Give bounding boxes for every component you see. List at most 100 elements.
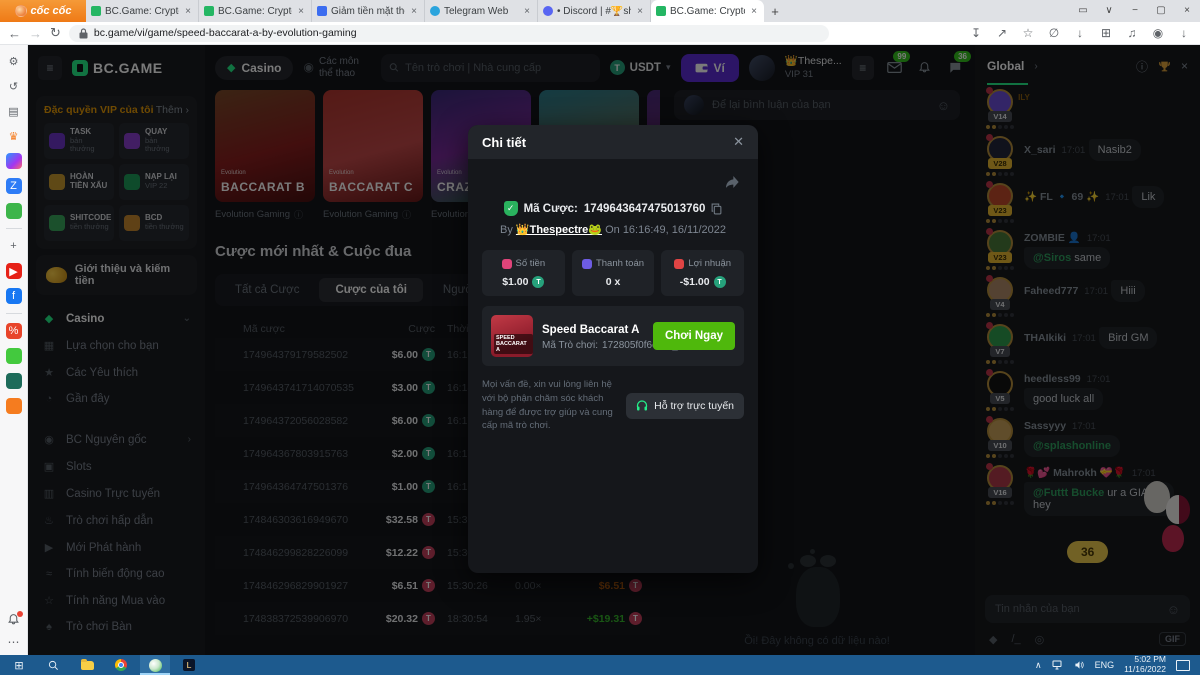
window-control-button[interactable]: × (1174, 0, 1200, 22)
tab-close-icon[interactable]: × (635, 6, 645, 17)
rail-icon[interactable]: Z (6, 178, 22, 194)
bettor-username-link[interactable]: 👑Thespectre🐸 (516, 224, 602, 236)
address-action-icon[interactable]: ↗ (994, 25, 1010, 41)
bcgame-page: ≡ BC.GAME Đặc quyền VIP của tôi Thêm › (28, 45, 1200, 655)
notifications-bell-icon[interactable] (7, 613, 20, 626)
windows-taskbar: ⊞ L ∧ ENG 5:02 PM 11/16/2022 (0, 655, 1200, 675)
currency-icon: T (532, 276, 544, 288)
stat-icon (502, 259, 512, 269)
stat-icon (582, 259, 592, 269)
address-action-icon[interactable]: ↧ (968, 25, 984, 41)
rail-icon[interactable] (6, 398, 22, 414)
tab-title: BC.Game: Crypto Casino Gam (105, 6, 179, 17)
lock-icon (79, 28, 88, 39)
browser-tab[interactable]: Telegram Web × (425, 0, 538, 22)
back-button[interactable]: ← (8, 26, 21, 41)
play-now-button[interactable]: Chơi Ngay (653, 322, 735, 350)
rail-icon[interactable]: ♛ (6, 128, 22, 144)
window-control-button[interactable]: ∨ (1096, 0, 1122, 22)
language-indicator[interactable]: ENG (1095, 660, 1115, 670)
game-name: Speed Baccarat A (542, 324, 639, 336)
stat-icon (674, 259, 684, 269)
divider (6, 313, 22, 314)
rail-icon[interactable] (6, 203, 22, 219)
url-field[interactable]: bc.game/vi/game/speed-baccarat-a-by-evol… (69, 25, 829, 42)
network-icon[interactable] (1052, 660, 1064, 670)
rail-icon[interactable]: ⚙ (6, 53, 22, 69)
stat-value: 0 x (606, 276, 621, 288)
address-action-icon[interactable]: ⊞ (1098, 25, 1114, 41)
verified-shield-icon (504, 201, 518, 216)
tab-close-icon[interactable]: × (296, 6, 306, 17)
action-center-icon[interactable] (1176, 660, 1190, 671)
address-action-icon[interactable]: ☆ (1020, 25, 1036, 41)
chrome-icon[interactable] (106, 655, 136, 675)
bet-by-row: By 👑Thespectre🐸 On 16:16:49, 16/11/2022 (468, 223, 758, 236)
file-explorer-icon[interactable] (72, 655, 102, 675)
coccoc-brand[interactable]: cốc cốc (0, 0, 86, 22)
bet-datetime: 16:16:49, 16/11/2022 (623, 224, 726, 236)
window-control-button[interactable]: ▭ (1070, 0, 1096, 22)
browser-tab[interactable]: BC.Game: Crypto Casino Gam × (199, 0, 312, 22)
more-options-icon[interactable]: ⋯ (8, 635, 20, 649)
tab-close-icon[interactable]: × (409, 6, 419, 17)
live-support-button[interactable]: Hỗ trợ trực tuyến (626, 393, 744, 419)
address-action-icon[interactable]: ♫ (1124, 25, 1140, 41)
browser-tab[interactable]: Giảm tiền mặt theo tiến hóa × (312, 0, 425, 22)
new-tab-button[interactable]: + (764, 0, 786, 22)
tab-close-icon[interactable]: × (522, 6, 532, 17)
rail-icon[interactable] (6, 153, 22, 169)
modal-header: Chi tiết ✕ (468, 125, 758, 159)
address-action-icon[interactable]: ∅ (1046, 25, 1062, 41)
rail-icon[interactable]: ↺ (6, 78, 22, 94)
support-row: Mọi vấn đề, xin vui lòng liên hệ với bộ … (482, 378, 744, 433)
tab-favicon (430, 6, 440, 16)
stat-box: Số tiền $1.00T (482, 250, 565, 296)
window-control-button[interactable]: ▢ (1148, 0, 1174, 22)
screen: cốc cốc BC.Game: Crypto Casino Gam × BC.… (0, 0, 1200, 675)
start-button[interactable]: ⊞ (4, 655, 34, 675)
bet-details-modal: Chi tiết ✕ Mã Cược: 1749643647475013760 … (468, 125, 758, 573)
tab-favicon (543, 6, 553, 16)
rail-icon[interactable]: ▶ (6, 263, 22, 279)
rail-icon[interactable]: % (6, 323, 22, 339)
bet-id-label: Mã Cược: (524, 203, 578, 215)
taskbar-clock[interactable]: 5:02 PM 11/16/2022 (1124, 655, 1166, 675)
tab-close-icon[interactable]: × (183, 6, 193, 17)
share-icon[interactable] (468, 159, 758, 189)
rail-icon[interactable] (6, 348, 22, 364)
headphones-icon (636, 400, 648, 411)
browser-tab[interactable]: BC.Game: Crypto Casino Gam × (86, 0, 199, 22)
add-shortcut-button[interactable]: + (6, 238, 22, 254)
browser-tabbar: cốc cốc BC.Game: Crypto Casino Gam × BC.… (0, 0, 1200, 22)
browser-tab[interactable]: BC.Game: Crypto Casino Gam × (651, 0, 764, 22)
game-thumbnail: SPEED BACCARAT A (491, 315, 533, 357)
tab-favicon (91, 6, 101, 16)
copy-icon[interactable] (711, 203, 722, 215)
volume-icon[interactable] (1074, 660, 1085, 670)
rail-icon[interactable]: f (6, 288, 22, 304)
currency-icon: T (714, 276, 726, 288)
browser-tab[interactable]: • Discord | #🏆show-off-you × (538, 0, 651, 22)
tab-title: BC.Game: Crypto Casino Gam (218, 6, 292, 17)
rail-icon[interactable] (6, 373, 22, 389)
coccoc-taskbar-icon[interactable] (140, 655, 170, 675)
window-control-button[interactable]: − (1122, 0, 1148, 22)
stat-value: $1.00 (502, 276, 528, 288)
system-tray: ∧ ENG 5:02 PM 11/16/2022 (1035, 655, 1196, 675)
reload-button[interactable]: ↻ (50, 25, 61, 41)
address-action-icon[interactable]: ↓ (1176, 25, 1192, 41)
tab-close-icon[interactable]: × (749, 6, 759, 17)
rail-icon[interactable]: ▤ (6, 103, 22, 119)
window-controls: ▭ ∨ − ▢ × (1070, 0, 1200, 22)
coccoc-logo-icon (15, 5, 27, 17)
tray-expand-icon[interactable]: ∧ (1035, 660, 1042, 671)
league-of-legends-icon[interactable]: L (174, 655, 204, 675)
address-action-icon[interactable]: ↓ (1072, 25, 1088, 41)
game-info-card: SPEED BACCARAT A Speed Baccarat A Mã Trò… (482, 306, 744, 366)
address-action-icon[interactable]: ◉ (1150, 25, 1166, 41)
modal-close-icon[interactable]: ✕ (733, 134, 744, 150)
forward-button[interactable]: → (29, 26, 42, 41)
taskbar-search-icon[interactable] (38, 655, 68, 675)
tab-title: BC.Game: Crypto Casino Gam (670, 6, 745, 17)
